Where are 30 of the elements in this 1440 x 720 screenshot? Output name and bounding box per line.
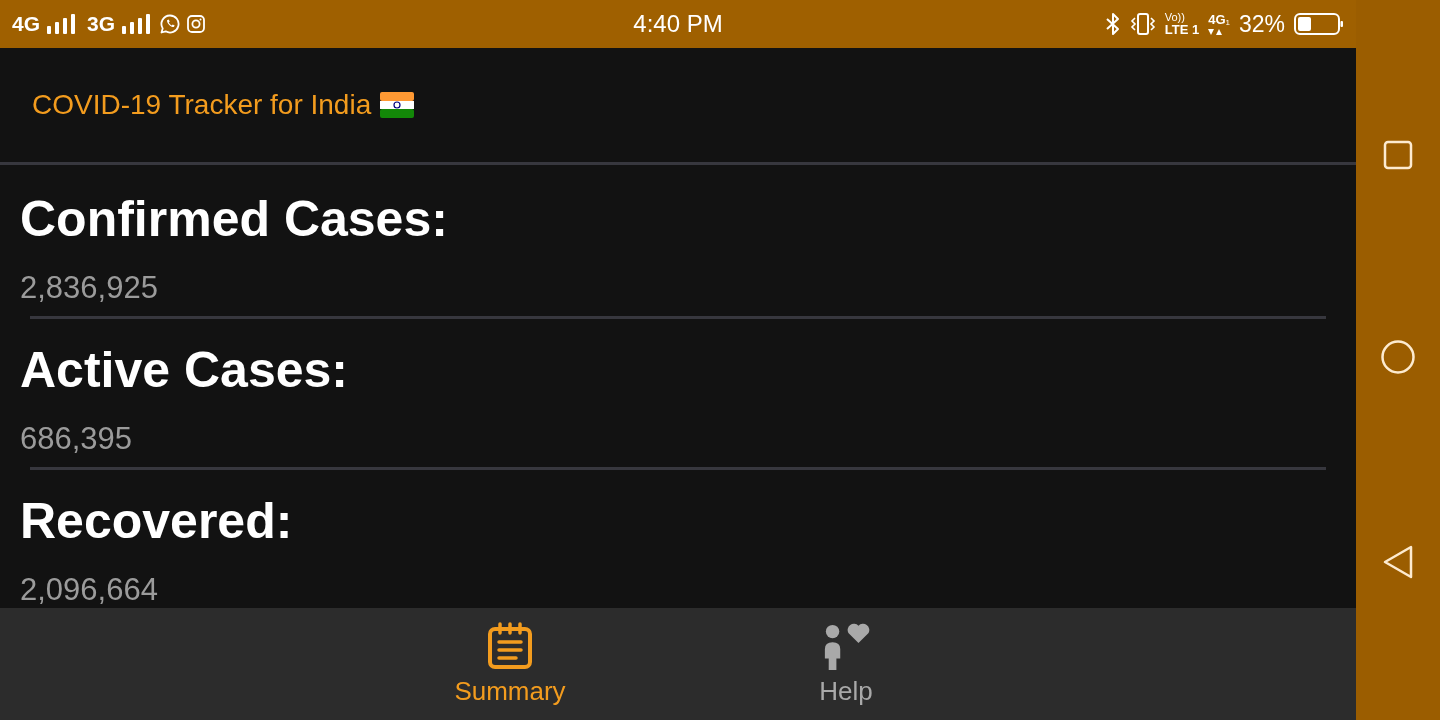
notepad-icon (487, 622, 533, 670)
sim-number-label: 1 (1225, 17, 1230, 27)
battery-percentage: 32% (1238, 11, 1285, 37)
data-network-label: 4G (1208, 12, 1226, 27)
stat-heading: Recovered: (20, 492, 294, 551)
camera-icon (187, 15, 206, 33)
vibrate-icon (1129, 12, 1156, 36)
battery-icon (1294, 13, 1344, 35)
square-icon[interactable] (1383, 140, 1413, 170)
network-type-label: 3G (87, 12, 116, 36)
chat-bubble-icon (160, 14, 181, 34)
nav-tab[interactable]: Summary (454, 622, 566, 706)
stat-heading: Confirmed Cases: (20, 190, 449, 249)
stat-value: 2,836,925 (20, 271, 159, 307)
flag-icon (380, 92, 415, 118)
data-arrows-icon (1208, 27, 1223, 36)
lte-status-label: LTE 1 (1164, 23, 1200, 37)
circle-icon[interactable] (1381, 340, 1415, 374)
stat-value: 2,096,664 (20, 573, 159, 608)
clock-time: 4:40 PM (633, 10, 723, 38)
signal-bars-icon (47, 14, 75, 34)
signal-bars-icon (122, 14, 151, 34)
nav-tab[interactable]: Help (819, 622, 873, 706)
app-title: COVID-19 Tracker for India (32, 88, 372, 122)
stat-value: 686,395 (20, 422, 134, 458)
network-type-label: 4G (12, 12, 40, 36)
voice-status-label: Vo)) (1164, 11, 1185, 23)
stat-heading: Active Cases: (20, 341, 349, 400)
bluetooth-icon (1104, 12, 1121, 36)
back-icon[interactable] (1382, 544, 1414, 580)
